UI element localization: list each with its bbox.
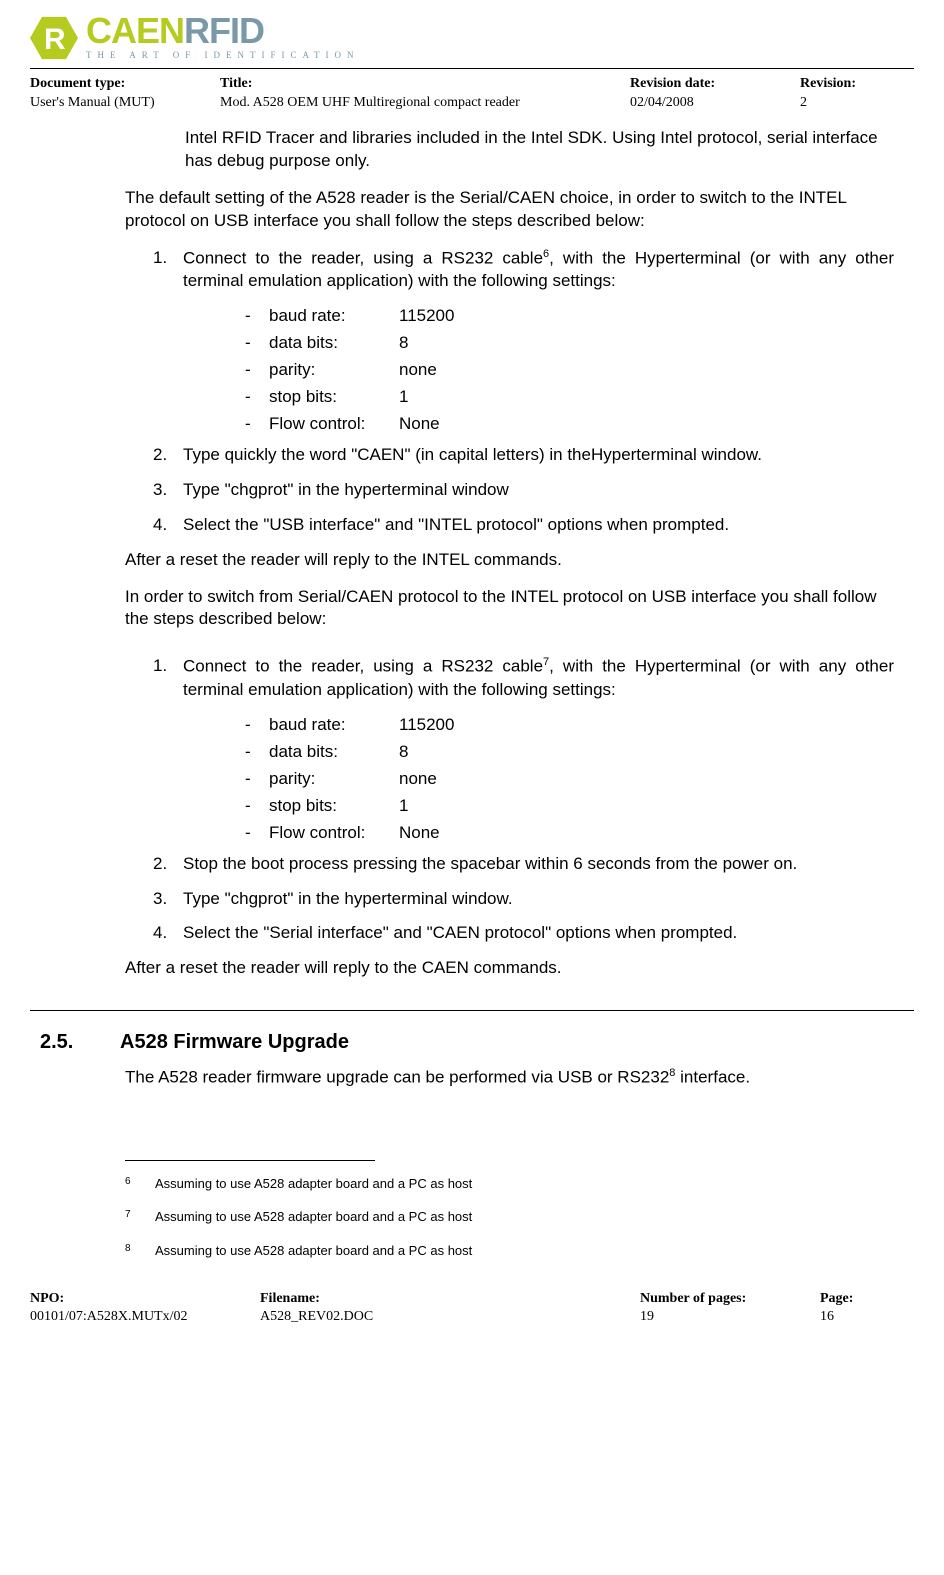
section-body: The A528 reader firmware upgrade can be …: [125, 1066, 894, 1090]
title-label: Title:: [220, 75, 630, 94]
intro-para-1: Intel RFID Tracer and libraries included…: [185, 127, 894, 173]
footnote-7: 7Assuming to use A528 adapter board and …: [125, 1208, 914, 1226]
npo-value: 00101/07:A528X.MUTx/02: [30, 1308, 260, 1327]
setting-row: -baud rate:115200: [245, 305, 894, 328]
logo-letter: R: [44, 20, 66, 61]
steps-list-a: 1. Connect to the reader, using a RS232 …: [153, 247, 894, 294]
setting-row: -parity:none: [245, 359, 894, 382]
section-body-post: interface.: [675, 1068, 750, 1087]
rev-label: Revision:: [800, 75, 910, 94]
logo-brand: CAENRFID: [86, 15, 360, 47]
after-a: After a reset the reader will reply to t…: [125, 549, 894, 572]
section-rule: [30, 1010, 914, 1011]
step-b-4: 4.Select the "Serial interface" and "CAE…: [153, 922, 894, 945]
setting-row: -Flow control:None: [245, 822, 894, 845]
npo-label: NPO:: [30, 1290, 260, 1309]
section-title: A528 Firmware Upgrade: [120, 1029, 349, 1056]
rev-date-label: Revision date:: [630, 75, 800, 94]
doc-footer: NPO: 00101/07:A528X.MUTx/02 Filename: A5…: [30, 1290, 914, 1328]
section-heading: 2.5. A528 Firmware Upgrade: [30, 1029, 914, 1056]
steps-list-b-cont: 2.Stop the boot process pressing the spa…: [153, 853, 894, 946]
section-number: 2.5.: [40, 1029, 120, 1056]
page-label: Page:: [820, 1290, 900, 1309]
settings-list-b: -baud rate:115200 -data bits:8 -parity:n…: [245, 714, 894, 845]
step-b-2: 2.Stop the boot process pressing the spa…: [153, 853, 894, 876]
setting-key: data bits:: [269, 741, 399, 764]
setting-row: -parity:none: [245, 768, 894, 791]
setting-row: -baud rate:115200: [245, 714, 894, 737]
setting-val: 1: [399, 795, 408, 818]
setting-row: -Flow control:None: [245, 413, 894, 436]
brand-right: RFID: [184, 10, 264, 51]
setting-key: baud rate:: [269, 305, 399, 328]
step-b-3: 3.Type "chgprot" in the hyperterminal wi…: [153, 888, 894, 911]
rev-value: 2: [800, 94, 910, 113]
setting-key: data bits:: [269, 332, 399, 355]
logo-tagline: THE ART OF IDENTIFICATION: [86, 49, 360, 61]
setting-val: None: [399, 413, 440, 436]
setting-row: -stop bits:1: [245, 795, 894, 818]
after-b: After a reset the reader will reply to t…: [125, 957, 894, 980]
step-a-1-pre: Connect to the reader, using a RS232 cab…: [183, 248, 543, 267]
setting-row: -data bits:8: [245, 332, 894, 355]
step-b-1: 1. Connect to the reader, using a RS232 …: [153, 655, 894, 702]
settings-list-a: -baud rate:115200 -data bits:8 -parity:n…: [245, 305, 894, 436]
logo-mark-icon: R: [30, 14, 78, 62]
setting-key: baud rate:: [269, 714, 399, 737]
footnote-text: Assuming to use A528 adapter board and a…: [155, 1208, 472, 1226]
footnotes: 6Assuming to use A528 adapter board and …: [125, 1175, 914, 1260]
setting-val: None: [399, 822, 440, 845]
brand-left: CAEN: [86, 10, 184, 51]
step-a-4: 4.Select the "USB interface" and "INTEL …: [153, 514, 894, 537]
setting-key: parity:: [269, 359, 399, 382]
step-b-1-pre: Connect to the reader, using a RS232 cab…: [183, 657, 543, 676]
steps-list-b: 1. Connect to the reader, using a RS232 …: [153, 655, 894, 702]
setting-row: -stop bits:1: [245, 386, 894, 409]
rev-date-value: 02/04/2008: [630, 94, 800, 113]
filename-value: A528_REV02.DOC: [260, 1308, 640, 1327]
setting-key: stop bits:: [269, 795, 399, 818]
setting-val: 115200: [399, 305, 454, 328]
doc-type-label: Document type:: [30, 75, 220, 94]
setting-val: 1: [399, 386, 408, 409]
page-value: 16: [820, 1308, 900, 1327]
setting-val: none: [399, 359, 437, 382]
setting-key: Flow control:: [269, 822, 399, 845]
footnote-rule: [125, 1160, 375, 1161]
step-a-2: 2.Type quickly the word "CAEN" (in capit…: [153, 444, 894, 467]
step-a-3: 3.Type "chgprot" in the hyperterminal wi…: [153, 479, 894, 502]
setting-val: 8: [399, 741, 408, 764]
intro-para-3: In order to switch from Serial/CAEN prot…: [125, 586, 894, 632]
setting-row: -data bits:8: [245, 741, 894, 764]
footnote-6: 6Assuming to use A528 adapter board and …: [125, 1175, 914, 1193]
step-a-1: 1. Connect to the reader, using a RS232 …: [153, 247, 894, 294]
setting-val: 115200: [399, 714, 454, 737]
setting-key: stop bits:: [269, 386, 399, 409]
setting-val: none: [399, 768, 437, 791]
intro-para-2: The default setting of the A528 reader i…: [125, 187, 894, 233]
footnote-8: 8Assuming to use A528 adapter board and …: [125, 1242, 914, 1260]
pages-label: Number of pages:: [640, 1290, 820, 1309]
header-rule: [30, 68, 914, 69]
title-value: Mod. A528 OEM UHF Multiregional compact …: [220, 94, 630, 113]
doc-type-value: User's Manual (MUT): [30, 94, 220, 113]
doc-meta: Document type: User's Manual (MUT) Title…: [30, 75, 914, 113]
filename-label: Filename:: [260, 1290, 640, 1309]
logo: R CAENRFID THE ART OF IDENTIFICATION: [30, 10, 914, 64]
footnote-text: Assuming to use A528 adapter board and a…: [155, 1242, 472, 1260]
steps-list-a-cont: 2.Type quickly the word "CAEN" (in capit…: [153, 444, 894, 537]
setting-key: parity:: [269, 768, 399, 791]
setting-key: Flow control:: [269, 413, 399, 436]
setting-val: 8: [399, 332, 408, 355]
footnote-text: Assuming to use A528 adapter board and a…: [155, 1175, 472, 1193]
section-body-pre: The A528 reader firmware upgrade can be …: [125, 1068, 669, 1087]
pages-value: 19: [640, 1308, 820, 1327]
